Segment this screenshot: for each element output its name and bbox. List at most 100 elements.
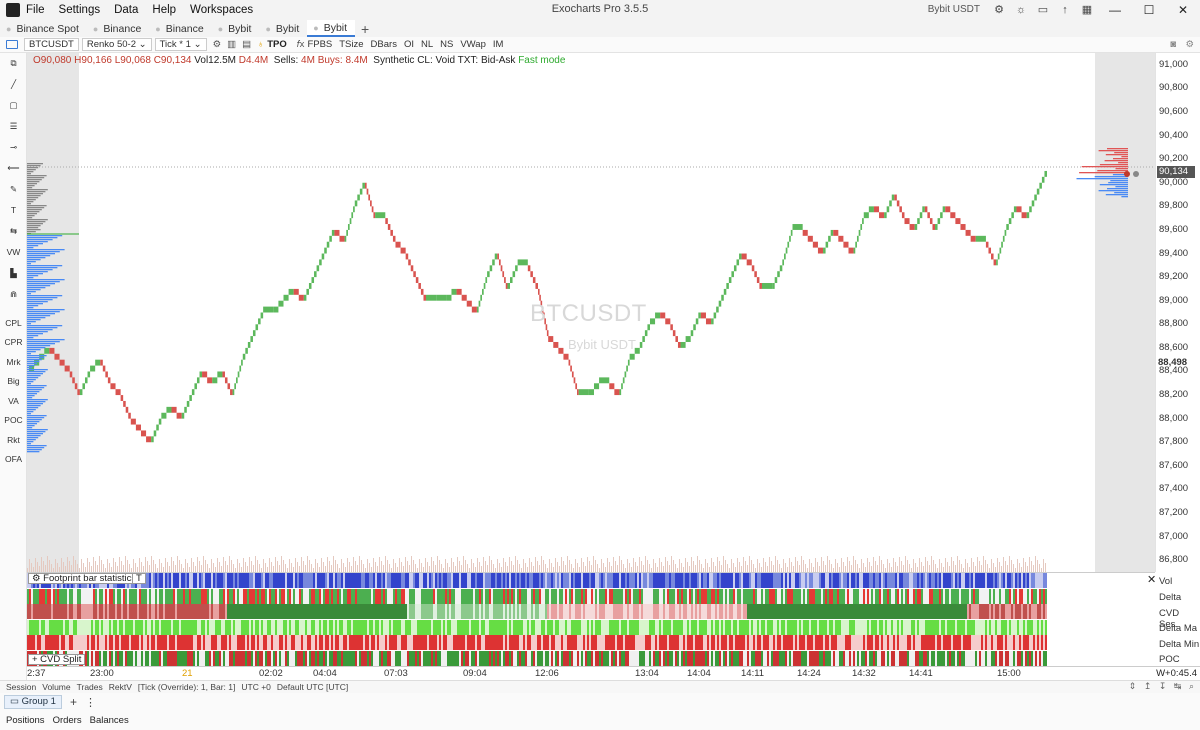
- more-options-icon[interactable]: ⋮: [85, 696, 96, 709]
- footprint-t-button[interactable]: T: [132, 573, 146, 584]
- menu-file[interactable]: File: [26, 4, 45, 16]
- menu-help[interactable]: Help: [152, 4, 176, 16]
- vol-cell: [283, 573, 285, 588]
- range-tool-icon[interactable]: ⇆: [0, 226, 27, 237]
- price-axis[interactable]: 91,000 90,800 90,600 90,400 90,200 90,000 89,8…: [1155, 53, 1200, 572]
- renko-brick: [929, 218, 933, 225]
- tab-positions[interactable]: Positions: [6, 715, 45, 726]
- candle-icon[interactable]: ▥: [227, 39, 236, 50]
- vol-cell: [801, 573, 803, 588]
- line-tool-icon[interactable]: ╱: [0, 79, 27, 90]
- close-button[interactable]: ✕: [1166, 3, 1200, 17]
- magnet-icon[interactable]: ⋒: [0, 289, 27, 300]
- maximize-button[interactable]: ☐: [1132, 3, 1166, 17]
- delta-cell: [243, 589, 245, 604]
- minimize-button[interactable]: —: [1098, 3, 1132, 17]
- volume-bar: [227, 565, 228, 572]
- volume-profile-icon[interactable]: ▙: [0, 268, 27, 279]
- pencil-tool-icon[interactable]: ✎: [0, 184, 27, 195]
- ns-toggle[interactable]: NS: [440, 39, 453, 50]
- cvd-cell: [623, 604, 625, 619]
- tab-bybit-3[interactable]: ● Bybit: [307, 20, 356, 37]
- time-label: 04:04: [313, 668, 337, 679]
- tsize-toggle[interactable]: TSize: [339, 39, 363, 50]
- function-icon[interactable]: 𝑓x: [297, 39, 305, 50]
- dbars-toggle[interactable]: DBars: [371, 39, 397, 50]
- tab-bybit-1[interactable]: ● Bybit: [212, 20, 260, 37]
- symbol-selector[interactable]: BTCUSDT: [24, 38, 79, 51]
- delta-max-cell: [825, 620, 827, 635]
- tab-binance-1[interactable]: ● Binance: [87, 20, 149, 37]
- menu-settings[interactable]: Settings: [59, 4, 101, 16]
- volume-profile-bar: [27, 361, 40, 363]
- big-tool[interactable]: Big: [0, 376, 27, 386]
- status-session[interactable]: Session: [6, 682, 36, 692]
- settings-icon[interactable]: ⚙: [988, 3, 1010, 16]
- rkt-tool[interactable]: Rkt: [0, 435, 27, 445]
- delta-max-cell: [217, 620, 219, 635]
- status-rektv[interactable]: RektV: [109, 682, 132, 692]
- tab-binance-2[interactable]: ● Binance: [149, 20, 211, 37]
- bulb-icon[interactable]: ♁: [257, 39, 264, 50]
- parallel-lines-icon[interactable]: ☰: [0, 121, 27, 132]
- volume-bar: [759, 563, 760, 572]
- add-tab-button[interactable]: +: [355, 21, 375, 37]
- menu-workspaces[interactable]: Workspaces: [190, 4, 253, 16]
- menu-data[interactable]: Data: [114, 4, 138, 16]
- tab-balances[interactable]: Balances: [90, 715, 129, 726]
- status-timezone[interactable]: Default UTC [UTC]: [277, 682, 348, 692]
- grid-icon[interactable]: ▤: [242, 39, 251, 50]
- poc-tool[interactable]: POC: [0, 415, 27, 425]
- cpr-tool[interactable]: CPR: [0, 337, 27, 347]
- vw-tool[interactable]: VW: [0, 247, 27, 257]
- account-label[interactable]: Bybit USDT: [928, 4, 980, 15]
- oi-toggle[interactable]: OI: [404, 39, 414, 50]
- delta-max-cell: [1039, 620, 1041, 635]
- cvd-split-button[interactable]: + CVD Split: [28, 654, 86, 665]
- vol-cell: [519, 573, 521, 588]
- hline-tool-icon[interactable]: ⟵: [0, 163, 27, 174]
- va-tool[interactable]: VA: [0, 396, 27, 406]
- select-tool-icon[interactable]: ⧉: [0, 58, 27, 69]
- ray-tool-icon[interactable]: ⊸: [0, 142, 27, 153]
- time-axis[interactable]: 2:37 23:00 21 02:02 04:04 07:03 09:04 12…: [27, 666, 1200, 680]
- rectangle-tool-icon[interactable]: ▢: [0, 100, 27, 111]
- footprint-title[interactable]: ⚙ Footprint bar statistics: [28, 573, 141, 584]
- delta-min-cell: [855, 635, 857, 650]
- camera-icon[interactable]: ◙: [1170, 39, 1176, 50]
- im-toggle[interactable]: IM: [493, 39, 504, 50]
- theme-icon[interactable]: ☼: [1010, 4, 1032, 16]
- nl-toggle[interactable]: NL: [421, 39, 433, 50]
- add-group-button[interactable]: +: [70, 695, 77, 709]
- tab-binance-spot[interactable]: ● Binance Spot: [0, 20, 87, 37]
- upload-icon[interactable]: ↑: [1054, 4, 1076, 16]
- delta-max-cell: [33, 620, 35, 635]
- status-icons[interactable]: ⇕ ↥ ↧ ↹ ⌕: [1129, 681, 1194, 692]
- mrk-tool[interactable]: Mrk: [0, 357, 27, 367]
- tick-selector[interactable]: Tick * 1 ⌄: [154, 38, 207, 51]
- chart-type-selector[interactable]: Renko 50-2 ⌄: [81, 38, 152, 51]
- delta-cell: [939, 589, 941, 604]
- fpbs-toggle[interactable]: FPBS: [307, 39, 332, 50]
- folder-icon[interactable]: [6, 40, 18, 49]
- tab-bybit-2[interactable]: ● Bybit: [259, 20, 307, 37]
- vwap-toggle[interactable]: VWap: [460, 39, 486, 50]
- settings-gear-icon[interactable]: ⚙: [213, 39, 222, 50]
- toolbar-settings-icon[interactable]: ⚙: [1185, 39, 1194, 50]
- window-layout-icon[interactable]: ▭: [1032, 3, 1054, 16]
- delta-max-cell: [55, 620, 57, 635]
- ofa-tool[interactable]: OFA: [0, 454, 27, 464]
- poc-cell: [931, 651, 933, 666]
- tile-icon[interactable]: ▦: [1076, 3, 1098, 16]
- tab-orders[interactable]: Orders: [53, 715, 82, 726]
- renko-brick: [705, 318, 712, 325]
- status-trades[interactable]: Trades: [77, 682, 103, 692]
- cpl-tool[interactable]: CPL: [0, 318, 27, 328]
- group-tab[interactable]: ▭ Group 1: [4, 695, 62, 709]
- text-tool-icon[interactable]: T: [0, 205, 27, 215]
- tpo-toggle[interactable]: TPO: [267, 39, 287, 50]
- footprint-row-labels: Vol Delta CVD Ses. Delta Ma Delta Min PO…: [1155, 572, 1200, 666]
- status-utc[interactable]: UTC +0: [241, 682, 271, 692]
- status-volume[interactable]: Volume: [42, 682, 70, 692]
- delta-max-cell: [497, 620, 499, 635]
